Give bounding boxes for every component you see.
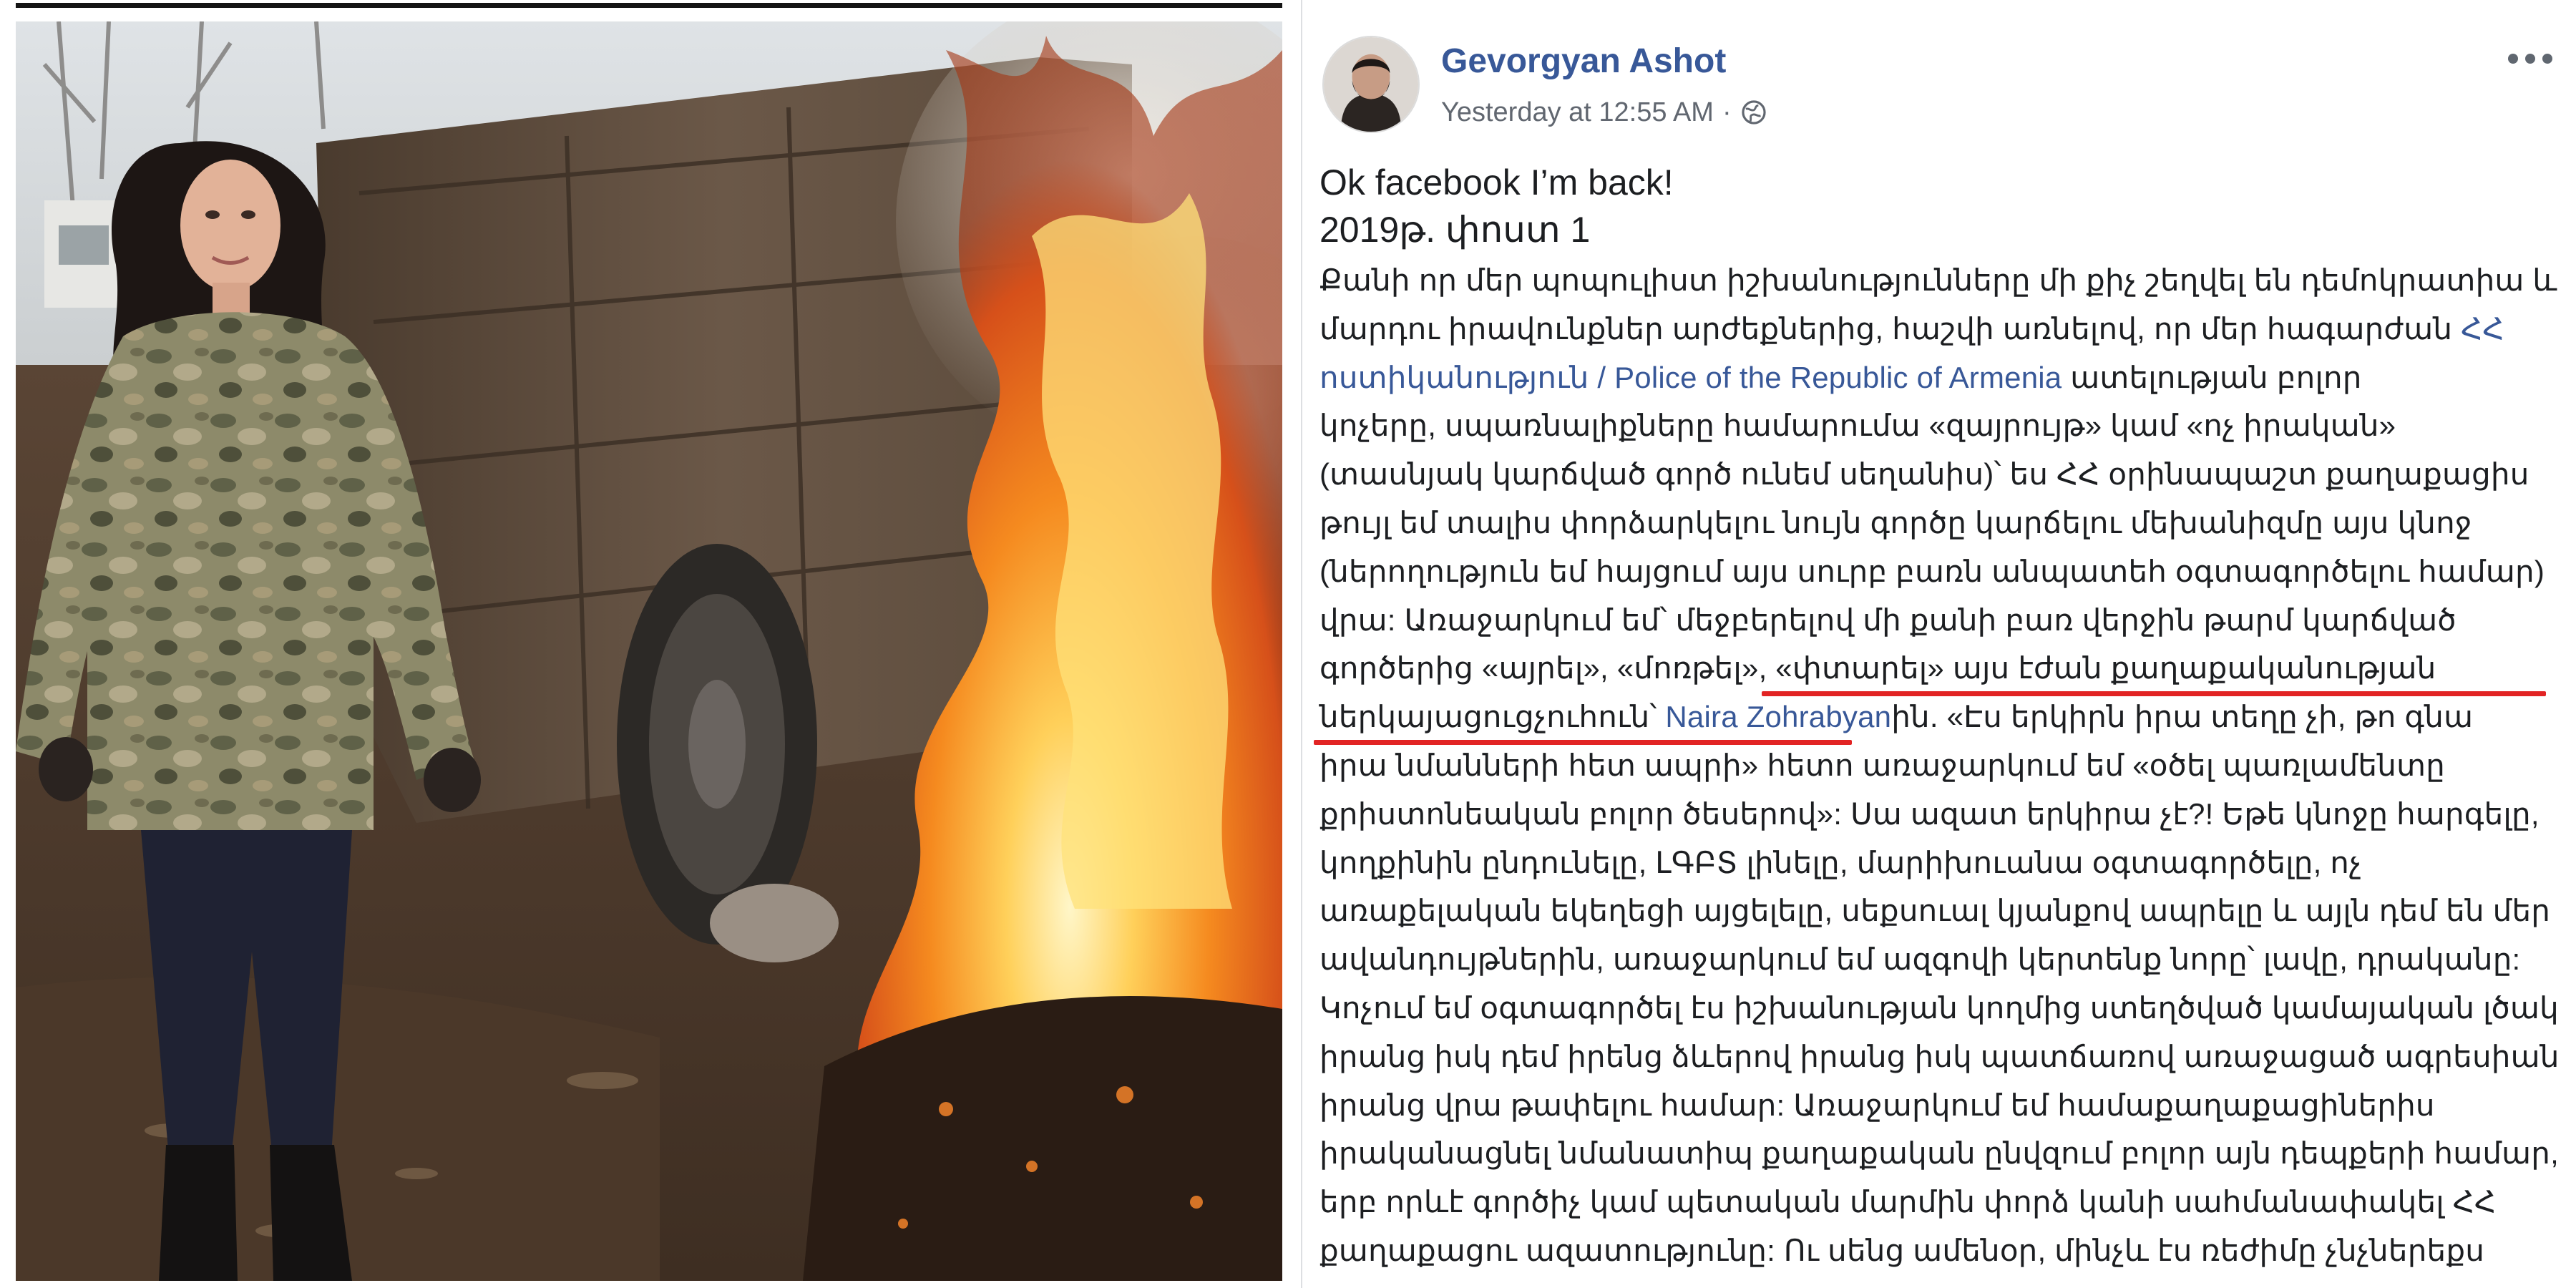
post-line: ավանդույթներին, առաջարկում եմ ազգովի կեր… bbox=[1319, 942, 2521, 977]
annotation-underline-2 bbox=[1314, 740, 1852, 745]
post-line: իրանց իսկ դեմ իրենց ձևերով իրանց իսկ պատ… bbox=[1319, 1039, 2560, 1073]
post-line: Կոչում եմ օգտագործել էս իշխանության կողմ… bbox=[1319, 990, 2559, 1025]
facebook-post: Gevorgyan Ashot Yesterday at 12:55 AM · … bbox=[1297, 0, 2576, 1288]
photo-top-border bbox=[16, 3, 1282, 8]
post-line: գործերից «այրել», «մոռթել», «փտարել» այս… bbox=[1319, 651, 2436, 686]
post-photo[interactable] bbox=[16, 21, 1282, 1281]
police-armenia-link[interactable]: ՀՀ bbox=[2461, 312, 2504, 346]
more-options-button[interactable] bbox=[2502, 37, 2559, 80]
annotation-underline-1 bbox=[1762, 691, 2546, 696]
post-line: (ներողություն եմ հայցում այս սուրբ բառն … bbox=[1319, 554, 2545, 588]
post-line: (տասնյակ կարճված գործ ունեմ սեղանիս)՝ ես… bbox=[1319, 457, 2529, 492]
post-line-text: ներկայացուցչուհուն՝ bbox=[1319, 700, 1657, 734]
post-line: թույլ եմ տալիս փորձարկելու նույն գործը կ… bbox=[1319, 505, 2472, 540]
post-line: ոստիկանություն / Police of the Republic … bbox=[1319, 353, 2536, 402]
post-line: առաքելական եկեղեցի այցելելը, սեքսուալ կյ… bbox=[1319, 894, 2551, 928]
post-line: իրանց վրա թափելու համար: Առաջարկում եմ հ… bbox=[1319, 1088, 2435, 1122]
post-line: Քանի որ մեր պոպուլիստ իշխանությունները մ… bbox=[1319, 263, 2557, 297]
post-line: ներկայացուցչուհուն՝ Naira Zohrabyanին. «… bbox=[1319, 693, 2536, 741]
post-timestamp-link[interactable]: Yesterday at 12:55 AM bbox=[1441, 97, 1714, 128]
post-line: երբ որևէ գործիչ կամ պետական մարմին փորձ … bbox=[1319, 1185, 2497, 1219]
post-line: վրա: Առաջարկում եմ՝ մեջբերելով մի քանի բ… bbox=[1319, 602, 2457, 637]
meta-separator: · bbox=[1722, 97, 1732, 127]
post-line: կողքինին ընդունելը, ԼԳԲՏ լինելը, մարիխու… bbox=[1319, 845, 2362, 879]
post-line: մարդու իրավունքներ արժեքներից, հաշվի առն… bbox=[1319, 305, 2536, 353]
post-line: իրականացնել նմանատիպ քաղաքական ընվզում բ… bbox=[1319, 1136, 2559, 1171]
post-dateline: 2019թ. փոստ 1 bbox=[1319, 210, 1591, 250]
post-intro-line: Ok facebook I’m back! bbox=[1319, 162, 1674, 203]
post-line: քաղաքացու ազատությունը: Ու սենց ամենօր, … bbox=[1319, 1233, 2485, 1267]
author-avatar[interactable] bbox=[1322, 36, 1420, 133]
police-armenia-link-cont[interactable]: ոստիկանություն / Police of the Republic … bbox=[1319, 361, 2062, 394]
post-line: կոչերը, սպառնալիքները համարումա «զայրույ… bbox=[1319, 409, 2396, 443]
post-line-text: ին. «Էս երկիրն իրա տեղը չի, թո գնա bbox=[1891, 700, 2474, 734]
naira-zohrabyan-link[interactable]: Naira Zohrabyan bbox=[1665, 700, 1891, 733]
author-name-link[interactable]: Gevorgyan Ashot bbox=[1441, 42, 1726, 81]
post-meta: Yesterday at 12:55 AM · bbox=[1441, 94, 1767, 130]
globe-icon[interactable] bbox=[1740, 99, 1767, 126]
post-line: իրա նմանների հետ ապրի» հետո առաջարկում ե… bbox=[1319, 748, 2445, 782]
more-options-icon bbox=[2508, 54, 2552, 64]
post-text: Ok facebook I’m back! 2019թ. փոստ 1 Քանի… bbox=[1319, 159, 2560, 1275]
post-line-text: մարդու իրավունքներ արժեքներից, հաշվի առն… bbox=[1319, 311, 2453, 346]
post-line-text: ատելության բոլոր bbox=[2070, 360, 2362, 394]
photo-panel bbox=[0, 0, 1295, 1288]
post-line: քրիստոնեական բոլոր ծեսերով»: Սա ազատ երկ… bbox=[1319, 796, 2540, 831]
